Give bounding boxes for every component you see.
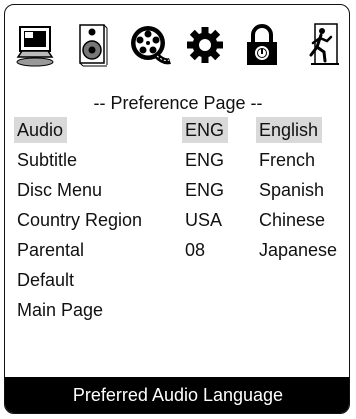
status-bar: Preferred Audio Language (5, 377, 349, 413)
menu-item-label[interactable]: Audio (14, 117, 68, 143)
option-item[interactable]: French (259, 147, 315, 173)
menu-item-value: ENG (185, 180, 225, 200)
menu-item-label[interactable]: Default (17, 267, 74, 293)
menu-row-parental[interactable]: Parental 08 Japanese (5, 237, 349, 263)
menu-item-label[interactable]: Subtitle (17, 147, 77, 173)
disc-reel-icon[interactable] (126, 21, 172, 69)
menu-item-value: USA (185, 210, 223, 230)
exit-running-man-icon[interactable] (297, 21, 343, 69)
option-item[interactable]: Spanish (259, 177, 324, 203)
menu-row-main-page[interactable]: Main Page (5, 297, 349, 323)
setup-screen: -- Preference Page -- Audio ENG English … (4, 4, 350, 414)
option-item[interactable]: Chinese (259, 207, 325, 233)
menu-item-value: 08 (185, 240, 206, 260)
settings-toolbar (13, 21, 345, 77)
menu-row-country-region[interactable]: Country Region USA Chinese (5, 207, 349, 233)
option-item[interactable]: English (256, 117, 323, 143)
menu-item-value: ENG (185, 150, 225, 170)
menu-item-label[interactable]: Country Region (17, 207, 142, 233)
menu-row-default[interactable]: Default (5, 267, 349, 293)
page-title: -- Preference Page -- (93, 93, 263, 113)
menu-item-value: ENG (182, 117, 229, 143)
padlock-icon[interactable] (239, 21, 285, 69)
gear-icon[interactable] (182, 21, 228, 69)
menu-item-label[interactable]: Parental (17, 237, 84, 263)
menu-row-disc-menu[interactable]: Disc Menu ENG Spanish (5, 177, 349, 203)
monitor-icon[interactable] (13, 21, 59, 69)
menu-row-subtitle[interactable]: Subtitle ENG French (5, 147, 349, 173)
speaker-icon[interactable] (69, 21, 115, 69)
option-item[interactable]: Japanese (259, 237, 337, 263)
menu-row-audio[interactable]: Audio ENG English (5, 117, 349, 143)
menu-item-label[interactable]: Disc Menu (17, 177, 102, 203)
menu-item-label[interactable]: Main Page (17, 297, 103, 323)
